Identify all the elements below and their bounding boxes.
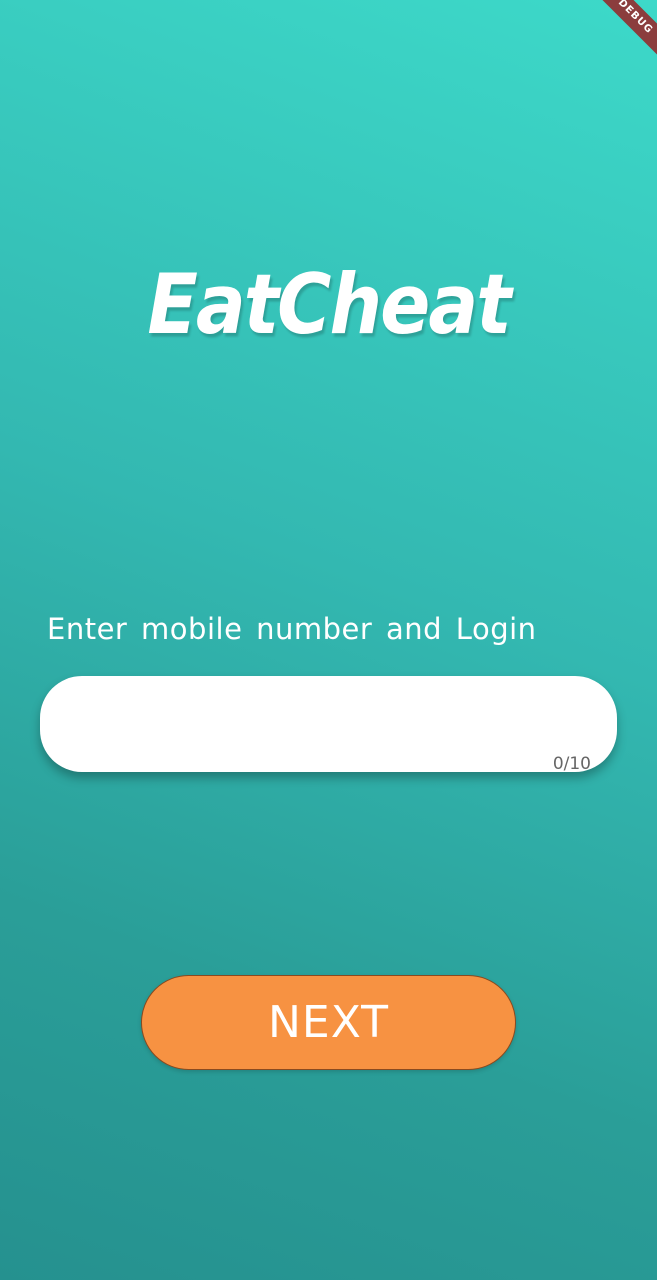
login-prompt: Enter mobile number and Login	[47, 612, 537, 646]
debug-banner: DEBUG	[577, 0, 657, 80]
debug-banner-label: DEBUG	[584, 0, 657, 68]
next-button[interactable]: NEXT	[141, 975, 516, 1070]
phone-field-container[interactable]: 0/10	[40, 676, 617, 774]
char-counter: 0/10	[552, 754, 591, 774]
app-logo: EatCheat	[147, 256, 511, 354]
phone-input[interactable]	[76, 704, 580, 746]
